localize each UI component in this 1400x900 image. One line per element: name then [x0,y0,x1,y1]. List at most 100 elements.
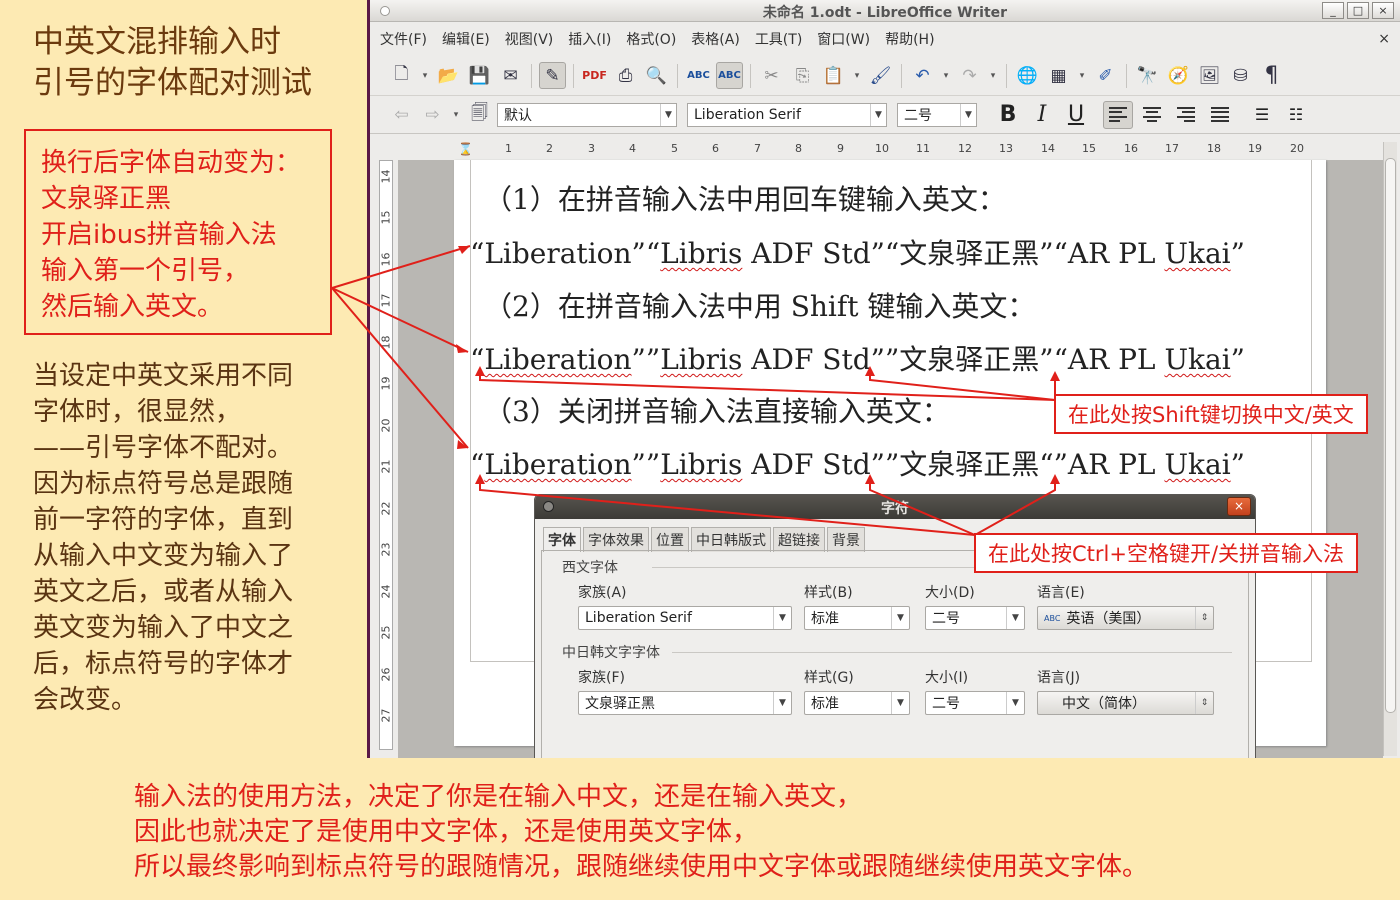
doc-heading-3[interactable]: （3）关闭拼音输入法直接输入英文： [484,390,950,430]
doc-heading-2[interactable]: （2）在拼音输入法中用 Shift 键输入英文： [484,285,1035,325]
tab-asian-layout[interactable]: 中日韩版式 [691,527,771,552]
window-titlebar[interactable]: 未命名 1.odt - LibreOffice Writer _ □ × [370,0,1400,22]
clone-formatting-icon[interactable]: 🖌 [867,62,894,89]
chevron-down-icon[interactable]: ▼ [1006,692,1024,714]
open-folder-icon[interactable]: 📂 [435,62,462,89]
bold-button[interactable]: B [993,101,1023,129]
maximize-button[interactable]: □ [1347,2,1369,19]
align-right-button[interactable] [1171,101,1201,129]
print-preview-icon[interactable]: 🔍 [643,62,670,89]
edit-mode-icon[interactable]: ✎ [539,62,566,89]
cjk-language-select[interactable]: 中文（简体） ⇕ [1037,691,1214,715]
western-family-select[interactable]: Liberation Serif ▼ [578,606,792,630]
spellcheck-icon[interactable]: ABC [685,62,712,89]
chevron-down-icon[interactable]: ▼ [1006,607,1024,629]
email-icon[interactable]: ✉ [497,62,524,89]
chevron-down-icon[interactable]: ▼ [891,692,909,714]
paragraph-style-select[interactable]: 默认 ▼ [497,102,677,127]
tab-background[interactable]: 背景 [827,527,865,552]
chevron-down-icon[interactable]: ▼ [960,103,976,126]
gallery-icon[interactable]: 🖼 [1196,62,1223,89]
undo-dropdown-icon[interactable]: ▾ [940,62,952,89]
close-document-icon[interactable]: × [1378,31,1390,47]
back-arrow-icon[interactable]: ⇦ [388,101,415,128]
menu-tools[interactable]: 工具(T) [755,29,802,49]
tab-stop-icon[interactable]: ⌛ [458,142,473,156]
paste-dropdown-icon[interactable]: ▾ [851,62,863,89]
paste-icon[interactable]: 📋 [820,62,847,89]
menu-format[interactable]: 格式(O) [626,29,676,49]
western-size-select[interactable]: 二号 ▼ [925,606,1025,630]
menu-view[interactable]: 视图(V) [505,29,554,49]
western-language-select[interactable]: ABC 英语（美国） ⇕ [1037,606,1214,630]
menu-file[interactable]: 文件(F) [380,29,427,49]
cjk-size-select[interactable]: 二号 ▼ [925,691,1025,715]
align-center-button[interactable] [1137,101,1167,129]
copy-icon[interactable]: ⎘ [789,62,816,89]
tab-font[interactable]: 字体 [543,527,581,552]
vertical-ruler[interactable]: 14 15 16 17 18 19 20 21 22 23 24 25 26 2… [379,160,393,750]
numbering-button[interactable]: ☰ [1247,101,1277,129]
doc-line-3[interactable]: “Liberation””Libris ADF Std””文泉驿正黑“”AR P… [470,443,1245,483]
menu-help[interactable]: 帮助(H) [885,29,934,49]
new-document-icon[interactable]: 🗋 [388,62,415,89]
draw-functions-icon[interactable]: ✐ [1092,62,1119,89]
font-name-select[interactable]: Liberation Serif ▼ [687,102,887,127]
dialog-titlebar[interactable]: 字符 × [535,495,1255,519]
autospellcheck-icon[interactable]: ABC [716,62,743,89]
western-style-select[interactable]: 标准 ▼ [804,606,910,630]
chevron-down-icon[interactable]: ▼ [773,692,791,714]
close-window-button[interactable]: × [1372,2,1394,19]
menu-edit[interactable]: 编辑(E) [442,29,490,49]
table-icon[interactable]: ▦ [1045,62,1072,89]
doc-line-2[interactable]: “Liberation””Libris ADF Std””文泉驿正黑”“AR P… [470,338,1245,378]
updown-icon[interactable]: ⇕ [1195,607,1213,629]
data-sources-icon[interactable]: ⛁ [1227,62,1254,89]
chevron-down-icon[interactable]: ▼ [660,103,676,126]
updown-icon[interactable]: ⇕ [1195,692,1213,714]
table-dropdown-icon[interactable]: ▾ [1076,62,1088,89]
tab-font-effects[interactable]: 字体效果 [583,527,649,552]
menu-insert[interactable]: 插入(I) [568,29,611,49]
hyperlink-icon[interactable]: 🌐 [1014,62,1041,89]
align-right-icon [1177,106,1195,123]
cjk-family-select[interactable]: 文泉驿正黑 ▼ [578,691,792,715]
horizontal-ruler[interactable]: ⌛ 1 2 3 4 5 6 7 8 9 10 11 12 13 14 15 16… [400,142,1380,158]
toolbar-separator [901,63,902,88]
redo-icon[interactable]: ↷ [956,62,983,89]
cjk-style-select[interactable]: 标准 ▼ [804,691,910,715]
styles-formatting-icon[interactable]: 🗐 [466,101,493,128]
chevron-down-icon[interactable]: ▼ [870,103,886,126]
redo-dropdown-icon[interactable]: ▾ [987,62,999,89]
italic-button[interactable]: I [1027,101,1057,129]
navigator-icon[interactable]: 🧭 [1165,62,1192,89]
font-size-select[interactable]: 二号 ▼ [897,102,977,127]
bullets-button[interactable]: ☷ [1281,101,1311,129]
tab-hyperlink[interactable]: 超链接 [773,527,825,552]
align-left-button[interactable] [1103,100,1133,129]
print-icon[interactable]: ⎙ [612,62,639,89]
save-icon[interactable]: 💾 [466,62,493,89]
menu-table[interactable]: 表格(A) [691,29,740,49]
export-pdf-icon[interactable]: PDF [581,62,608,89]
tab-position[interactable]: 位置 [651,527,689,552]
underline-button[interactable]: U [1061,101,1091,129]
forward-arrow-icon[interactable]: ⇨ [419,101,446,128]
scrollbar-thumb[interactable] [1385,158,1396,713]
dialog-close-button[interactable]: × [1227,497,1251,516]
chevron-down-icon[interactable]: ▼ [891,607,909,629]
undo-icon[interactable]: ↶ [909,62,936,89]
vertical-scrollbar[interactable] [1383,142,1397,756]
minimize-button[interactable]: _ [1322,2,1344,19]
find-replace-icon[interactable]: 🔭 [1134,62,1161,89]
doc-heading-1[interactable]: （1）在拼音输入法中用回车键输入英文： [484,178,1006,218]
justify-button[interactable] [1205,101,1235,129]
menu-window[interactable]: 窗口(W) [817,29,870,49]
formatting-marks-icon[interactable]: ¶ [1258,62,1285,89]
chevron-down-icon[interactable]: ▼ [773,607,791,629]
doc-line-1[interactable]: “Liberation”“Libris ADF Std”“文泉驿正黑”“AR P… [470,232,1245,272]
more-tools-icon[interactable]: ▾ [450,101,462,128]
cut-icon[interactable]: ✂ [758,62,785,89]
new-dropdown-icon[interactable]: ▾ [419,62,431,89]
ruler-tick: 20 [1290,142,1304,155]
